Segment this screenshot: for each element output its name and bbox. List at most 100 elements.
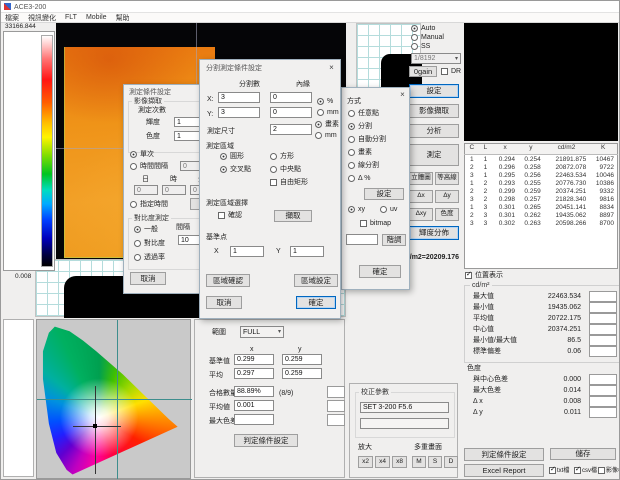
luminance-dist-button[interactable]: 輝度分佈 bbox=[409, 226, 459, 240]
table-row[interactable]: 130.3010.26520451.1418834 bbox=[465, 203, 618, 211]
cross-radio[interactable]: 交叉點 bbox=[220, 166, 251, 173]
x-division-field[interactable]: 3 bbox=[218, 92, 260, 103]
range-select[interactable]: FULL bbox=[240, 326, 284, 338]
pass-field[interactable]: 88.89% bbox=[234, 386, 274, 397]
solid-view-button[interactable]: 立體圖 bbox=[409, 172, 433, 185]
method-delta-radio[interactable]: Δ % bbox=[348, 175, 370, 182]
method-autosplit-radio[interactable]: 自動分割 bbox=[348, 136, 386, 143]
contrast-radio[interactable]: 對比度 bbox=[134, 240, 165, 247]
ref-x-field[interactable]: 0.299 bbox=[234, 354, 274, 365]
method-ok-button[interactable]: 確定 bbox=[359, 265, 401, 278]
close-icon[interactable]: × bbox=[398, 90, 407, 99]
table-row[interactable]: 210.2960.25820872.0789722 bbox=[465, 163, 618, 171]
menu-video-change[interactable]: 視訊變化 bbox=[28, 13, 56, 23]
pixel-radio[interactable]: 畫素 bbox=[315, 121, 339, 128]
menu-file[interactable]: 檔案 bbox=[5, 13, 19, 23]
grad-field[interactable] bbox=[346, 234, 378, 245]
menu-help[interactable]: 幫助 bbox=[116, 13, 130, 23]
save-button[interactable]: 儲存 bbox=[550, 448, 616, 460]
delta-xy-button[interactable]: Δxy bbox=[409, 208, 433, 221]
square-radio[interactable]: 方形 bbox=[270, 153, 294, 160]
multi-m-button[interactable]: M bbox=[412, 456, 426, 468]
menu-mobile[interactable]: Mobile bbox=[86, 14, 107, 21]
day-field[interactable]: 0 bbox=[134, 185, 158, 195]
method-set-button[interactable]: 設定 bbox=[364, 188, 404, 200]
table-row[interactable]: 120.2930.25520776.73010386 bbox=[465, 179, 618, 187]
measure-button[interactable]: 測定 bbox=[409, 144, 459, 166]
gain-button[interactable]: 0gain bbox=[409, 66, 437, 77]
chroma-count-field[interactable]: 1 bbox=[174, 131, 200, 141]
avg-err-field[interactable]: 0.001 bbox=[234, 400, 274, 411]
percent-radio[interactable]: % bbox=[317, 98, 333, 105]
grab-button[interactable]: 擷取 bbox=[274, 210, 312, 222]
method-split-radio[interactable]: 分割 bbox=[348, 123, 372, 130]
zoom-x2-button[interactable]: x2 bbox=[358, 456, 373, 468]
bitmap-checkbox[interactable]: bitmap bbox=[360, 220, 391, 227]
calib-extra-field[interactable] bbox=[360, 418, 449, 429]
max-diff-field[interactable] bbox=[234, 414, 274, 425]
y-inner-field[interactable]: 0 bbox=[270, 107, 312, 118]
region-confirm-button[interactable]: 區域確認 bbox=[206, 274, 250, 287]
dr-checkbox[interactable]: DR bbox=[441, 68, 461, 75]
zoom-x8-button[interactable]: x8 bbox=[392, 456, 407, 468]
specified-time-radio[interactable]: 指定時間 bbox=[130, 201, 168, 208]
result-image[interactable] bbox=[464, 23, 618, 141]
confirm-checkbox[interactable]: 確認 bbox=[218, 212, 242, 219]
position-display-checkbox[interactable]: 位置表示 bbox=[465, 272, 503, 279]
result-judge-button[interactable]: 判定條件設定 bbox=[464, 448, 544, 461]
region-set-button[interactable]: 區域設定 bbox=[294, 274, 338, 287]
excel-report-button[interactable]: Excel Report bbox=[464, 464, 544, 477]
table-row[interactable]: 110.2940.25421891.87510467 bbox=[465, 155, 618, 164]
analyze-button[interactable]: 分析 bbox=[409, 124, 459, 138]
method-pixel-radio[interactable]: 畫素 bbox=[348, 149, 372, 156]
cie-diagram[interactable] bbox=[36, 319, 191, 479]
hour-field[interactable]: 0 bbox=[162, 185, 186, 195]
multi-d-button[interactable]: D bbox=[444, 456, 458, 468]
circle-radio[interactable]: 圓形 bbox=[220, 153, 244, 160]
table-row[interactable]: 310.2950.25622463.53410046 bbox=[465, 171, 618, 179]
table-row[interactable]: 230.3010.26219435.0628897 bbox=[465, 211, 618, 219]
center-radio[interactable]: 中央點 bbox=[270, 166, 301, 173]
avg-x-field[interactable]: 0.297 bbox=[234, 368, 274, 379]
settings-button[interactable]: 設定 bbox=[409, 84, 459, 98]
exposure-auto-radio[interactable]: Auto bbox=[411, 25, 435, 32]
txt-file-checkbox[interactable]: txt檔 bbox=[549, 467, 569, 474]
x-inner-field[interactable]: 0 bbox=[270, 92, 312, 103]
size-field[interactable]: 2 bbox=[270, 124, 312, 135]
close-icon[interactable]: × bbox=[327, 63, 336, 72]
cond-cancel-button[interactable]: 取消 bbox=[130, 272, 166, 285]
split-ok-button[interactable]: 確定 bbox=[296, 296, 336, 309]
table-row[interactable]: 320.2980.25721828.3409816 bbox=[465, 195, 618, 203]
grad-button[interactable]: 階調 bbox=[382, 234, 406, 246]
base-x-field[interactable]: 1 bbox=[230, 246, 264, 257]
exposure-ss-radio[interactable]: SS bbox=[411, 43, 430, 50]
shutter-select[interactable]: 1/8192 bbox=[411, 53, 461, 64]
transmit-radio[interactable]: 透過率 bbox=[134, 254, 165, 261]
results-table[interactable]: C L x y cd/m2 K 110.2940.25421891.875104… bbox=[464, 143, 618, 269]
free-rect-checkbox[interactable]: 自由矩形 bbox=[270, 179, 308, 186]
mm2-radio[interactable]: mm bbox=[315, 132, 337, 139]
multi-s-button[interactable]: S bbox=[428, 456, 442, 468]
table-row[interactable]: 330.3020.26320598.2668700 bbox=[465, 219, 618, 227]
xy-radio[interactable]: xy bbox=[348, 206, 365, 213]
single-radio[interactable]: 單次 bbox=[130, 151, 154, 158]
exposure-manual-radio[interactable]: Manual bbox=[411, 34, 444, 41]
delta-x-button[interactable]: Δx bbox=[409, 190, 433, 203]
delta-y-button[interactable]: Δy bbox=[435, 190, 459, 203]
y-division-field[interactable]: 3 bbox=[218, 107, 260, 118]
avg-y-field[interactable]: 0.259 bbox=[282, 368, 322, 379]
chroma-button[interactable]: 色度 bbox=[435, 208, 459, 221]
lum-count-field[interactable]: 1 bbox=[174, 117, 200, 127]
normal-radio[interactable]: 一般 bbox=[134, 226, 158, 233]
menu-flt[interactable]: FLT bbox=[65, 14, 77, 21]
uv-radio[interactable]: uv bbox=[380, 206, 397, 213]
method-anypoint-radio[interactable]: 任意點 bbox=[348, 110, 379, 117]
method-linesplit-radio[interactable]: 線分割 bbox=[348, 162, 379, 169]
base-y-field[interactable]: 1 bbox=[290, 246, 324, 257]
interval-radio[interactable]: 時間間隔 bbox=[130, 163, 168, 170]
calib-set-field[interactable]: SET 3-200 F5.6 bbox=[360, 402, 449, 413]
table-row[interactable]: 220.2990.25920374.2519332 bbox=[465, 187, 618, 195]
zoom-x4-button[interactable]: x4 bbox=[375, 456, 390, 468]
judge-condition-button[interactable]: 判定條件設定 bbox=[234, 434, 298, 447]
mm-radio[interactable]: mm bbox=[317, 109, 339, 116]
